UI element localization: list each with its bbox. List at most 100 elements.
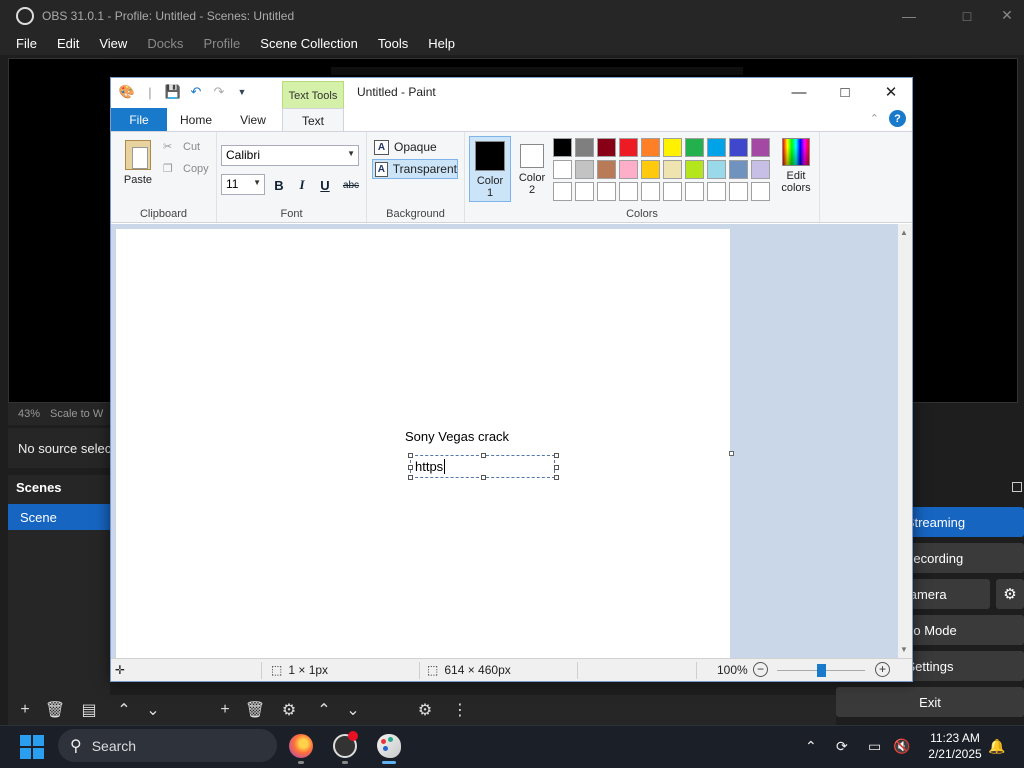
palette-swatch[interactable] (663, 182, 682, 201)
drawing-canvas[interactable]: Sony Vegas crack https (116, 229, 730, 658)
textbox-handle-tl[interactable] (408, 453, 413, 458)
palette-swatch[interactable] (597, 160, 616, 179)
palette-swatch[interactable] (707, 182, 726, 201)
tab-text[interactable]: Text (282, 108, 344, 132)
bold-button[interactable]: B (269, 175, 289, 195)
palette-swatch[interactable] (729, 160, 748, 179)
paint-app-icon[interactable]: 🎨 (117, 83, 137, 101)
obs-close-button[interactable]: ✕ (984, 0, 1024, 31)
strikethrough-button[interactable]: abc (338, 175, 364, 195)
zoom-slider[interactable] (777, 664, 865, 677)
obs-menu-profile[interactable]: Profile (193, 36, 250, 51)
palette-swatch[interactable] (553, 182, 572, 201)
obs-menu-tools[interactable]: Tools (368, 36, 418, 51)
obs-minimize-button[interactable]: — (886, 0, 932, 31)
textbox-handle-r[interactable] (554, 465, 559, 470)
obs-mixer-settings-icon[interactable]: ⚙ (413, 698, 437, 722)
palette-swatch[interactable] (575, 182, 594, 201)
textbox-handle-tr[interactable] (554, 453, 559, 458)
obs-virtual-camera-settings-icon[interactable]: ⚙ (996, 579, 1024, 609)
network-icon[interactable]: ▭ (868, 738, 881, 755)
textbox-handle-l[interactable] (408, 465, 413, 470)
italic-button[interactable]: I (292, 175, 312, 195)
palette-swatch[interactable] (729, 138, 748, 157)
taskbar-clock[interactable]: 11:23 AM 2/21/2025 (920, 730, 990, 762)
cut-button[interactable]: ✂ Cut (163, 140, 200, 154)
text-box[interactable]: https (408, 453, 559, 480)
palette-swatch[interactable] (575, 160, 594, 179)
obs-add-source-icon[interactable]: + (213, 698, 237, 722)
palette-swatch[interactable] (575, 138, 594, 157)
paint-taskbar-icon[interactable] (374, 731, 404, 764)
customize-quick-access-icon[interactable]: ▼ (232, 83, 252, 101)
transparent-option[interactable]: A Transparent (372, 159, 458, 179)
palette-swatch[interactable] (597, 138, 616, 157)
palette-swatch[interactable] (707, 138, 726, 157)
palette-swatch[interactable] (641, 160, 660, 179)
zoom-in-icon[interactable]: + (875, 662, 890, 677)
text-box-content[interactable]: https (415, 459, 446, 474)
palette-swatch[interactable] (751, 138, 770, 157)
obs-menu-file[interactable]: File (6, 36, 47, 51)
palette-swatch[interactable] (685, 182, 704, 201)
paint-minimize-button[interactable]: — (776, 78, 822, 106)
tab-home[interactable]: Home (167, 108, 225, 131)
obs-remove-source-icon[interactable]: 🗑 (243, 698, 267, 722)
taskbar-search[interactable]: ⚲ Search (58, 729, 277, 762)
obs-menu-scene-collection[interactable]: Scene Collection (250, 36, 368, 51)
palette-swatch[interactable] (619, 182, 638, 201)
obs-source-properties-icon[interactable]: ⚙ (277, 698, 301, 722)
palette-swatch[interactable] (685, 160, 704, 179)
scroll-up-icon[interactable]: ▲ (900, 228, 908, 237)
obs-source-up-icon[interactable]: ⌃ (312, 698, 336, 722)
obs-menu-docks[interactable]: Docks (137, 36, 193, 51)
obs-scene-filters-icon[interactable]: ▤ (77, 698, 101, 722)
save-icon[interactable]: 💾 (163, 83, 183, 101)
obs-add-scene-icon[interactable]: + (13, 698, 37, 722)
scroll-down-icon[interactable]: ▼ (900, 645, 908, 654)
obs-scene-up-icon[interactable]: ⌃ (112, 698, 136, 722)
color-2-button[interactable]: Color 2 (513, 136, 551, 202)
obs-remove-scene-icon[interactable]: 🗑 (43, 698, 67, 722)
palette-swatch[interactable] (553, 160, 572, 179)
font-size-select[interactable]: 11 ▼ (221, 174, 265, 195)
obs-zoom-level[interactable]: 43% (18, 408, 40, 420)
palette-swatch[interactable] (619, 138, 638, 157)
palette-swatch[interactable] (685, 138, 704, 157)
redo-icon[interactable]: ↷ (209, 83, 229, 101)
windows-start-icon[interactable] (20, 735, 44, 759)
update-icon[interactable]: ⟳ (836, 738, 848, 755)
obs-taskbar-icon[interactable] (330, 731, 360, 764)
undo-icon[interactable]: ↶ (186, 83, 206, 101)
palette-swatch[interactable] (751, 182, 770, 201)
tab-file[interactable]: File (111, 108, 167, 131)
vertical-scrollbar[interactable]: ▲ ▼ (898, 224, 912, 658)
obs-scene-item[interactable]: Scene (8, 504, 110, 530)
palette-swatch[interactable] (729, 182, 748, 201)
volume-muted-icon[interactable]: 🔇 (893, 738, 910, 755)
tab-view[interactable]: View (225, 108, 281, 131)
obs-menu-edit[interactable]: Edit (47, 36, 89, 51)
underline-button[interactable]: U (315, 175, 335, 195)
palette-swatch[interactable] (751, 160, 770, 179)
copy-button[interactable]: ❐ Copy (163, 162, 209, 176)
palette-swatch[interactable] (663, 160, 682, 179)
zoom-slider-thumb[interactable] (817, 664, 826, 677)
textbox-handle-t[interactable] (481, 453, 486, 458)
obs-exit-button[interactable]: Exit (836, 687, 1024, 717)
color-1-button[interactable]: Color 1 (469, 136, 511, 202)
notifications-icon[interactable]: 🔔 (988, 738, 1005, 755)
paint-maximize-button[interactable]: □ (822, 78, 868, 106)
opaque-option[interactable]: A Opaque (372, 137, 458, 157)
palette-swatch[interactable] (663, 138, 682, 157)
palette-swatch[interactable] (597, 182, 616, 201)
obs-source-down-icon[interactable]: ⌄ (341, 698, 365, 722)
textbox-handle-b[interactable] (481, 475, 486, 480)
obs-scene-down-icon[interactable]: ⌄ (141, 698, 165, 722)
obs-mixer-menu-icon[interactable]: ⋮ (448, 698, 472, 722)
font-family-select[interactable]: Calibri ▼ (221, 145, 359, 166)
firefox-icon[interactable] (286, 731, 316, 764)
palette-swatch[interactable] (619, 160, 638, 179)
minimize-ribbon-icon[interactable]: ⌃ (870, 112, 879, 125)
obs-scale-label[interactable]: Scale to W (50, 408, 103, 420)
